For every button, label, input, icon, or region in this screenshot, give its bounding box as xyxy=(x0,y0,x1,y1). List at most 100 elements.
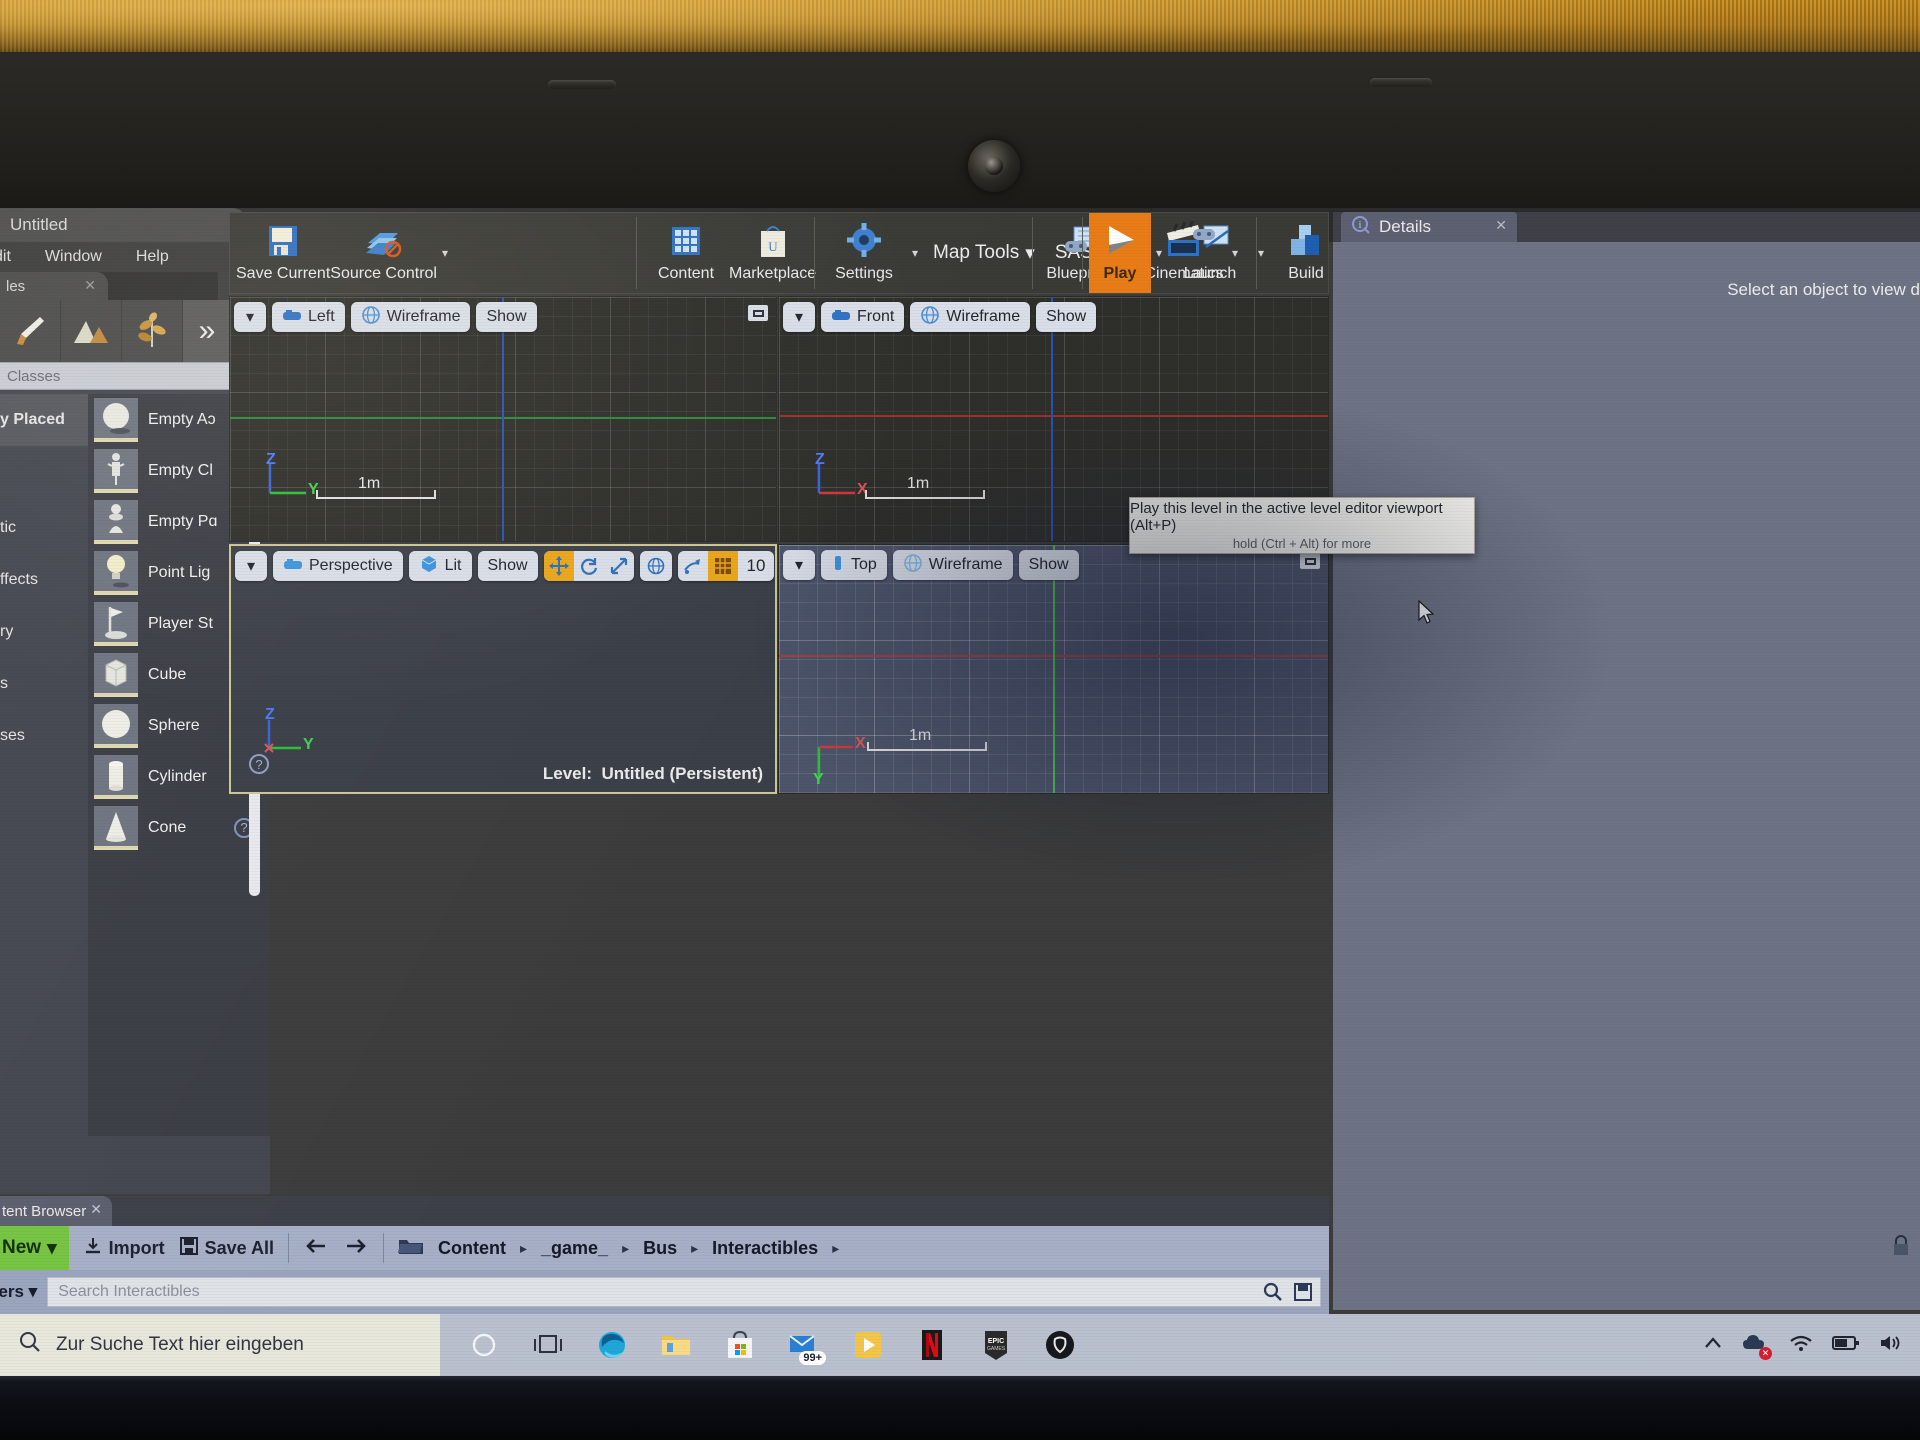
maximize-icon[interactable] xyxy=(748,305,768,321)
viewport-left[interactable]: ▾ Left Wireframe Show Z Y 1m xyxy=(229,296,777,542)
maximize-icon[interactable] xyxy=(1300,553,1320,569)
battery-icon[interactable] xyxy=(1832,1334,1860,1357)
grid-snap-value[interactable]: 10 xyxy=(738,551,775,581)
category-geometry[interactable]: ry xyxy=(0,606,88,658)
close-icon[interactable]: ✕ xyxy=(84,277,96,294)
volume-icon[interactable] xyxy=(1878,1333,1902,1358)
viewport-perspective-view-button[interactable]: Perspective xyxy=(273,551,403,581)
viewport-top-menu-button[interactable]: ▾ xyxy=(783,550,815,580)
save-search-icon[interactable] xyxy=(1294,1283,1312,1306)
media-player-icon[interactable] xyxy=(850,1327,886,1363)
content-button[interactable]: Content xyxy=(643,213,729,293)
viewport-left-menu-button[interactable]: ▾ xyxy=(234,302,266,332)
launch-caret-icon[interactable]: ▾ xyxy=(1253,213,1269,293)
edge-browser-icon[interactable] xyxy=(594,1327,630,1363)
cortana-icon[interactable] xyxy=(466,1327,502,1363)
breadcrumb-item-content[interactable]: Content xyxy=(438,1238,506,1259)
viewport-left-view-button[interactable]: Left xyxy=(272,302,345,332)
wifi-icon[interactable] xyxy=(1788,1333,1814,1358)
viewport-perspective[interactable]: ▾ Perspective Lit Show 10 Z Y ? Level: U… xyxy=(229,544,777,794)
world-coords-icon[interactable] xyxy=(639,551,672,581)
show-hidden-icons-chevron-icon[interactable] xyxy=(1702,1334,1724,1357)
rotate-gizmo-icon[interactable] xyxy=(574,551,604,581)
tab-content-browser[interactable]: tent Browser ✕ xyxy=(0,1196,112,1226)
category-label: ffects xyxy=(0,571,38,588)
viewport-perspective-shading-button[interactable]: Lit xyxy=(408,551,472,581)
category-recently-placed[interactable]: y Placed xyxy=(0,394,88,446)
menu-item-help[interactable]: Help xyxy=(136,248,169,266)
cube-thumb-icon xyxy=(94,652,138,697)
category-volumes[interactable]: s xyxy=(0,658,88,710)
details-tab-label: Details xyxy=(1379,217,1431,236)
play-caret-icon[interactable]: ▾ xyxy=(1151,213,1167,293)
modes-tab[interactable]: les ✕ xyxy=(0,272,108,300)
viewport-top-view-button[interactable]: Top xyxy=(821,550,887,580)
viewport-top-shading-button[interactable]: Wireframe xyxy=(892,550,1013,580)
new-asset-button[interactable]: New ▾ xyxy=(0,1226,69,1270)
lock-icon[interactable] xyxy=(1890,1234,1912,1258)
tab-details[interactable]: i Details ✕ xyxy=(1341,212,1517,242)
save-current-button[interactable]: Save Current xyxy=(236,213,330,293)
filters-button[interactable]: lters ▾ xyxy=(0,1282,37,1302)
landscape-mode-icon[interactable] xyxy=(61,300,122,362)
settings-caret-icon[interactable]: ▾ xyxy=(907,213,923,293)
microsoft-store-icon[interactable] xyxy=(722,1327,758,1363)
category-label: tic xyxy=(0,519,16,536)
viewport-front-menu-button[interactable]: ▾ xyxy=(783,302,815,332)
import-button[interactable]: Import xyxy=(83,1236,165,1261)
toolbar-separator xyxy=(814,217,815,289)
file-explorer-icon[interactable] xyxy=(658,1327,694,1363)
breadcrumb-item-bus[interactable]: Bus xyxy=(643,1238,677,1259)
close-icon[interactable]: ✕ xyxy=(1495,217,1507,234)
category-basic[interactable]: tic xyxy=(0,502,88,554)
taskbar-search-input[interactable]: Zur Suche Text hier eingeben xyxy=(0,1314,440,1376)
search-icon[interactable] xyxy=(1262,1281,1284,1308)
modes-tab-label: les xyxy=(6,277,26,295)
source-control-caret-icon[interactable]: ▾ xyxy=(437,213,453,293)
paint-mode-icon[interactable] xyxy=(0,300,61,362)
category-visual-effects[interactable]: ffects xyxy=(0,554,88,606)
help-icon[interactable]: ? xyxy=(249,754,269,774)
viewport-left-shading-button[interactable]: Wireframe xyxy=(350,302,471,332)
breadcrumb-item-interactibles[interactable]: Interactibles xyxy=(712,1238,818,1259)
epic-games-icon[interactable]: EPIC GAMES xyxy=(978,1327,1014,1363)
menu-item-edit[interactable]: dit xyxy=(0,248,11,266)
foliage-mode-icon[interactable] xyxy=(122,300,183,362)
project-tab[interactable]: Untitled xyxy=(0,208,248,242)
modes-more-button[interactable]: » xyxy=(183,300,231,362)
viewport-front-show-button[interactable]: Show xyxy=(1036,302,1097,332)
save-all-button[interactable]: Save All xyxy=(179,1236,274,1261)
grid-snap-icon[interactable] xyxy=(707,551,738,581)
viewport-top[interactable]: ▾ Top Wireframe Show X Y 1m xyxy=(778,544,1329,794)
close-icon[interactable]: ✕ xyxy=(90,1201,102,1218)
viewport-perspective-menu-button[interactable]: ▾ xyxy=(235,551,267,581)
netflix-icon[interactable] xyxy=(914,1327,950,1363)
source-control-button[interactable]: Source Control xyxy=(330,213,437,293)
translate-gizmo-icon[interactable] xyxy=(543,551,574,581)
menu-item-window[interactable]: Window xyxy=(45,248,102,266)
marketplace-button[interactable]: U Marketplace xyxy=(729,213,816,293)
category-all-classes[interactable]: ses xyxy=(0,710,88,762)
search-input[interactable]: Search Interactibles xyxy=(47,1277,1321,1307)
viewport-top-show-button[interactable]: Show xyxy=(1018,550,1079,580)
unreal-engine-icon[interactable] xyxy=(1042,1327,1078,1363)
scale-gizmo-icon[interactable] xyxy=(604,551,634,581)
play-button[interactable]: Play xyxy=(1089,213,1151,293)
mail-icon[interactable]: 99+ xyxy=(786,1327,826,1365)
camera-icon xyxy=(831,308,851,327)
onedrive-error-icon[interactable]: ✕ xyxy=(1742,1333,1772,1360)
viewport-left-show-button[interactable]: Show xyxy=(476,302,537,332)
surface-snap-icon[interactable] xyxy=(678,551,708,581)
list-item[interactable]: Cone ? xyxy=(88,802,270,853)
task-view-icon[interactable] xyxy=(530,1327,566,1363)
settings-button[interactable]: Settings xyxy=(821,213,907,293)
viewport-front-shading-button[interactable]: Wireframe xyxy=(910,302,1031,332)
arrow-right-icon[interactable] xyxy=(343,1235,369,1262)
search-classes-input[interactable]: Classes xyxy=(0,362,262,390)
build-label: Build xyxy=(1288,265,1324,282)
breadcrumb-item-game[interactable]: _game_ xyxy=(541,1238,608,1259)
launch-button[interactable]: Launch xyxy=(1167,213,1253,293)
arrow-left-icon[interactable] xyxy=(303,1235,329,1262)
viewport-front-view-button[interactable]: Front xyxy=(821,302,905,332)
viewport-perspective-show-button[interactable]: Show xyxy=(477,551,538,581)
